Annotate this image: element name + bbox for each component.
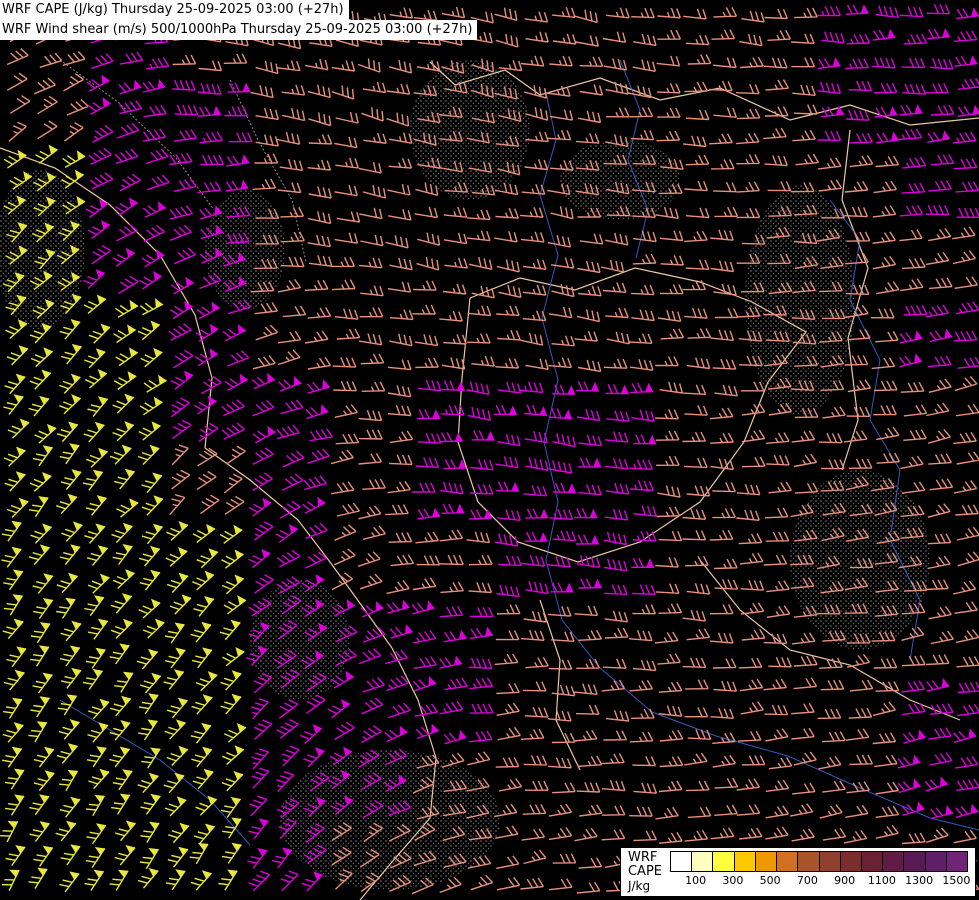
- legend-tick-value: 1100: [863, 874, 900, 887]
- legend-swatch: [798, 852, 819, 871]
- legend-swatch: [713, 852, 734, 871]
- legend-swatch: [947, 852, 967, 871]
- legend-tick-value: 1300: [901, 874, 938, 887]
- legend-tick-value: 1500: [938, 874, 975, 887]
- map-titles: WRF CAPE (J/kg) Thursday 25-09-2025 03:0…: [0, 0, 477, 40]
- title-cape: WRF CAPE (J/kg) Thursday 25-09-2025 03:0…: [0, 0, 349, 20]
- legend-scale: 100300500700900110013001500: [670, 851, 968, 893]
- legend-field-label: CAPE: [628, 865, 662, 879]
- terrain-stipple: [745, 185, 855, 415]
- legend-model-label: WRF: [628, 851, 662, 865]
- legend-swatch: [841, 852, 862, 871]
- terrain-stipple: [280, 750, 500, 890]
- legend-swatch: [735, 852, 756, 871]
- legend-swatch: [671, 852, 692, 871]
- legend-tick-value: 700: [789, 874, 826, 887]
- legend-tick-value: 100: [677, 874, 714, 887]
- legend-swatch: [692, 852, 713, 871]
- legend-swatch: [777, 852, 798, 871]
- legend-tick-value: 500: [752, 874, 789, 887]
- terrain-stipple: [560, 140, 680, 220]
- legend-swatch: [756, 852, 777, 871]
- legend-swatch: [904, 852, 925, 871]
- legend-swatch-strip: [670, 851, 968, 872]
- weather-map-stage: WRF CAPE (J/kg) Thursday 25-09-2025 03:0…: [0, 0, 979, 900]
- country-border: [540, 600, 580, 770]
- legend-tick-value: 900: [826, 874, 863, 887]
- wind-shear-map: [0, 0, 979, 900]
- legend-swatch: [926, 852, 947, 871]
- legend-labels: WRF CAPE J/kg: [628, 851, 662, 893]
- legend-swatch: [862, 852, 883, 871]
- legend-tick-value: 300: [714, 874, 751, 887]
- cape-legend: WRF CAPE J/kg 10030050070090011001300150…: [620, 847, 976, 897]
- legend-swatch: [820, 852, 841, 871]
- title-wind-shear: WRF Wind shear (m/s) 500/1000hPa Thursda…: [0, 20, 477, 40]
- wind-barb-layer: [84, 4, 979, 891]
- legend-swatch: [883, 852, 904, 871]
- legend-tick-labels: 100300500700900110013001500: [677, 874, 975, 887]
- legend-unit-label: J/kg: [628, 879, 662, 893]
